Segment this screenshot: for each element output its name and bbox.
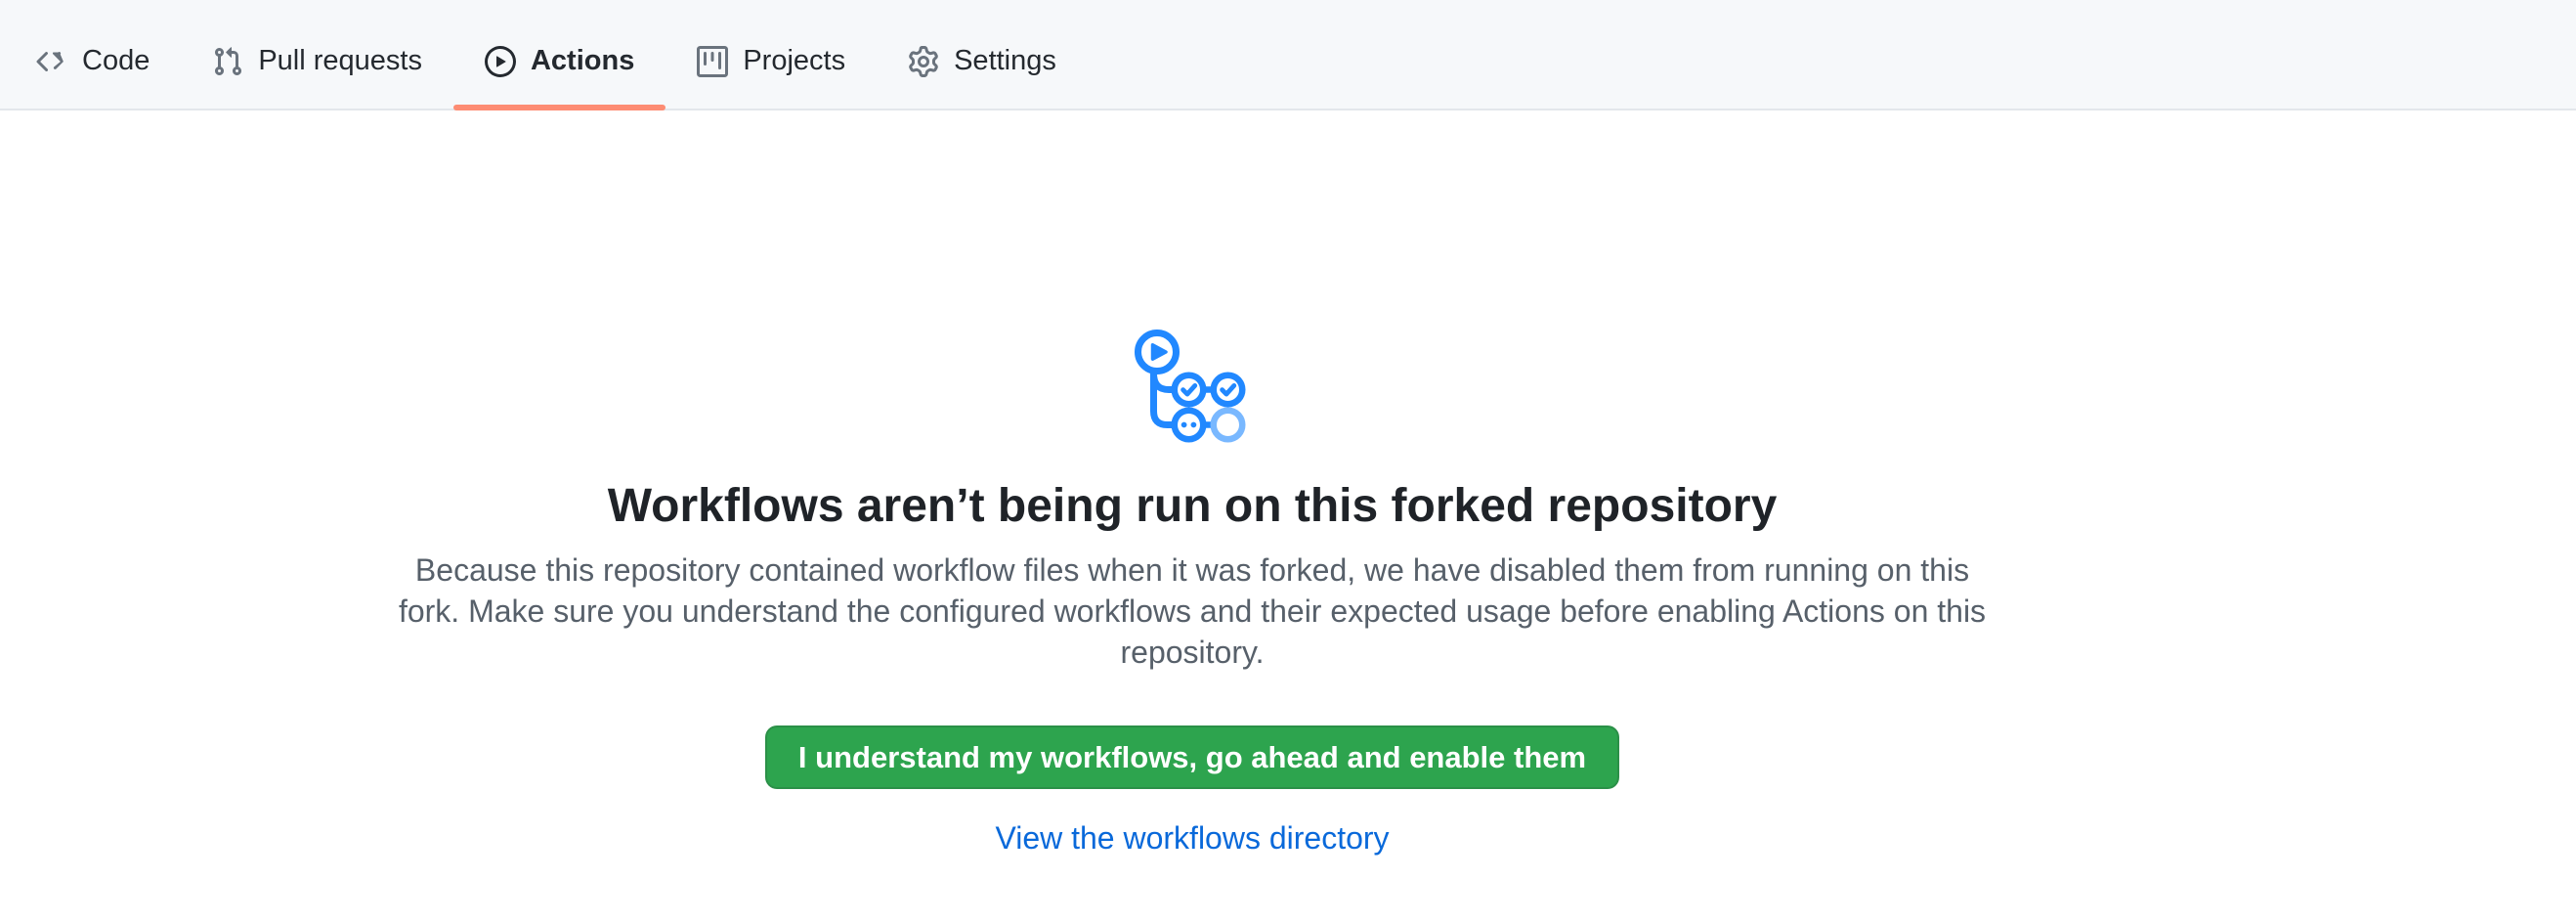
actions-workflow-illustration <box>1135 330 1250 444</box>
repo-tabnav: Code Pull requests Actions Projects Sett… <box>0 0 2576 110</box>
tab-projects[interactable]: Projects <box>665 14 877 109</box>
tab-pull-requests[interactable]: Pull requests <box>181 14 453 109</box>
tab-actions[interactable]: Actions <box>453 14 665 109</box>
git-pull-request-icon <box>212 46 243 77</box>
gear-icon <box>908 46 939 77</box>
tab-label: Settings <box>954 47 1056 75</box>
blankslate-heading: Workflows aren’t being run on this forke… <box>608 477 1778 536</box>
actions-disabled-blankslate: Workflows aren’t being run on this forke… <box>0 110 2480 857</box>
tab-label: Projects <box>743 47 845 75</box>
enable-workflows-button[interactable]: I understand my workflows, go ahead and … <box>765 725 1619 789</box>
tab-settings[interactable]: Settings <box>877 14 1088 109</box>
view-workflows-directory-link[interactable]: View the workflows directory <box>995 818 1389 857</box>
tab-label: Pull requests <box>258 47 422 75</box>
tab-label: Actions <box>531 47 634 75</box>
blankslate-description: Because this repository contained workfl… <box>381 549 2003 673</box>
code-icon <box>36 46 67 77</box>
play-icon <box>485 46 516 77</box>
tab-code[interactable]: Code <box>5 14 181 109</box>
tab-label: Code <box>82 47 150 75</box>
project-icon <box>697 46 728 77</box>
